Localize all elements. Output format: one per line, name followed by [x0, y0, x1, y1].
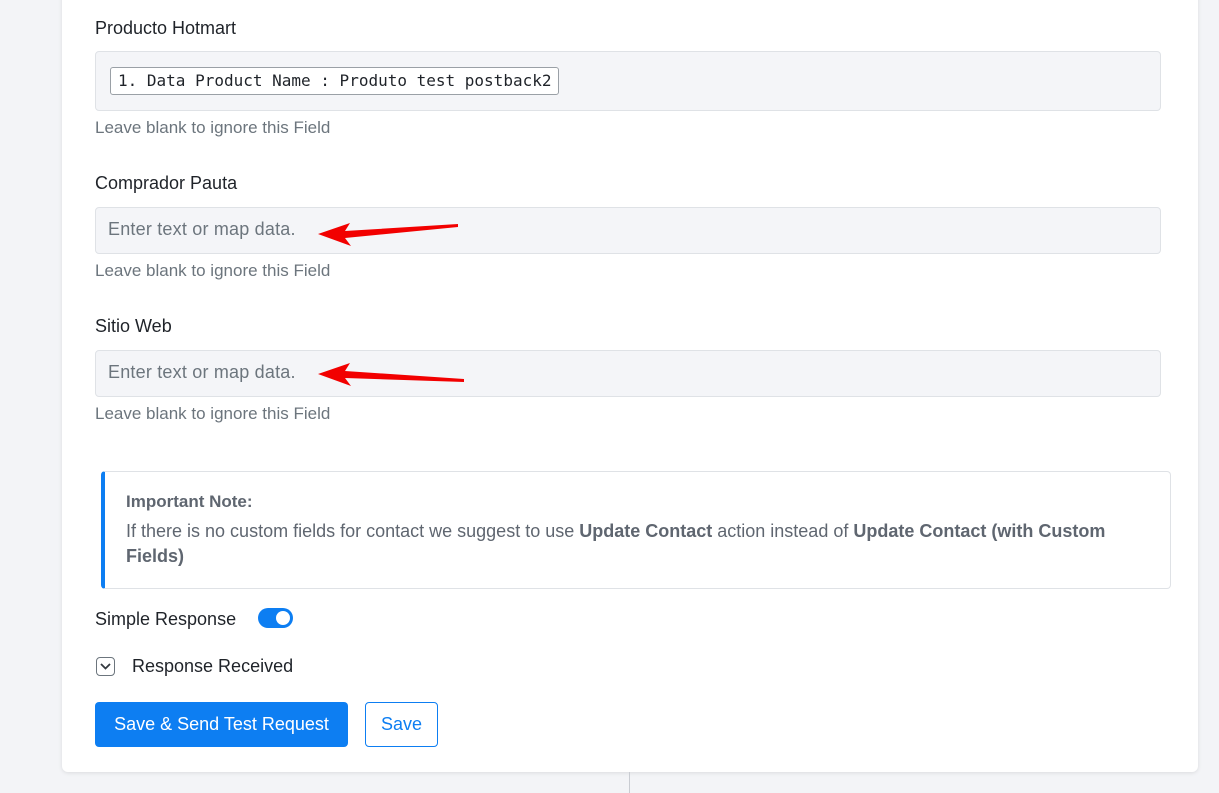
- red-arrow-annotation: [318, 363, 464, 386]
- save-button[interactable]: Save: [365, 702, 438, 747]
- important-note: Important Note: If there is no custom fi…: [101, 471, 1171, 589]
- save-and-send-test-request-button[interactable]: Save & Send Test Request: [95, 702, 348, 747]
- mapped-data-tag[interactable]: 1. Data Product Name : Produto test post…: [110, 67, 560, 95]
- response-received-expand-button[interactable]: [96, 657, 115, 676]
- comprador-pauta-input[interactable]: Enter text or map data.: [95, 207, 1161, 254]
- field-hint: Leave blank to ignore this Field: [95, 261, 331, 280]
- input-placeholder: Enter text or map data.: [108, 362, 296, 382]
- note-title: Important Note:: [126, 492, 253, 511]
- red-arrow-annotation: [318, 223, 458, 246]
- producto-hotmart-input[interactable]: 1. Data Product Name : Produto test post…: [95, 51, 1161, 111]
- sitio-web-input[interactable]: Enter text or map data.: [95, 350, 1161, 397]
- toggle-knob: [276, 611, 290, 625]
- divider-line: [629, 772, 630, 793]
- input-placeholder: Enter text or map data.: [108, 219, 296, 239]
- note-text: If there is no custom fields for contact…: [126, 521, 1106, 566]
- field-hint: Leave blank to ignore this Field: [95, 404, 331, 423]
- response-received-label: Response Received: [132, 656, 294, 676]
- simple-response-label: Simple Response: [95, 609, 237, 629]
- field-hint: Leave blank to ignore this Field: [95, 118, 331, 137]
- field-label-comprador-pauta: Comprador Pauta: [95, 173, 238, 193]
- simple-response-toggle[interactable]: [258, 608, 293, 628]
- chevron-down-icon: [100, 663, 111, 670]
- field-label-producto-hotmart: Producto Hotmart: [95, 18, 237, 38]
- field-label-sitio-web: Sitio Web: [95, 316, 172, 336]
